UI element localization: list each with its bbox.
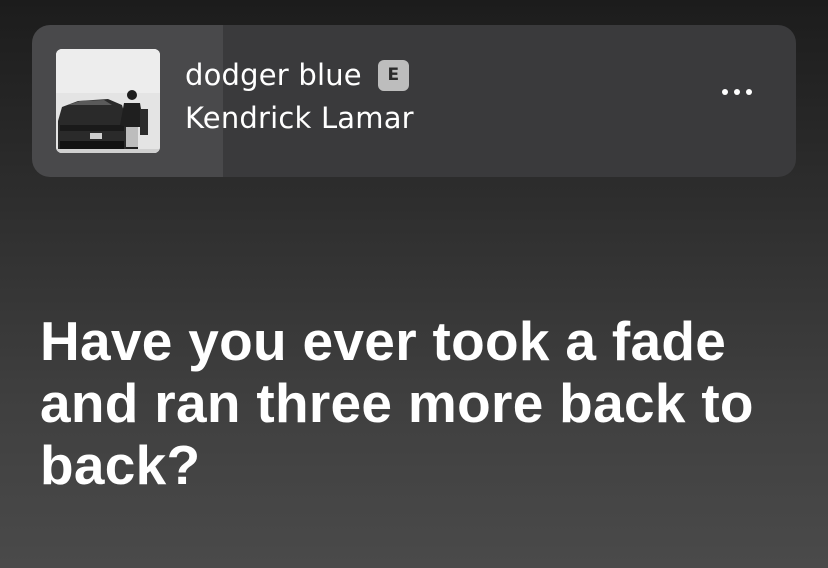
track-title: dodger blue	[185, 58, 362, 92]
artist-name[interactable]: Kendrick Lamar	[185, 101, 414, 135]
now-playing-card[interactable]: dodger blue E Kendrick Lamar	[32, 25, 796, 177]
title-row: dodger blue E	[185, 55, 414, 95]
ellipsis-dot	[734, 89, 740, 95]
album-art	[56, 49, 160, 153]
explicit-badge: E	[377, 59, 409, 91]
ellipsis-horizontal-icon	[722, 89, 728, 95]
track-info: dodger blue E Kendrick Lamar	[185, 55, 414, 135]
album-cover-icon	[56, 49, 160, 153]
ellipsis-dot	[746, 89, 752, 95]
current-lyric-line[interactable]: Have you ever took a fade and ran three …	[40, 310, 800, 496]
more-options-button[interactable]	[722, 89, 752, 95]
